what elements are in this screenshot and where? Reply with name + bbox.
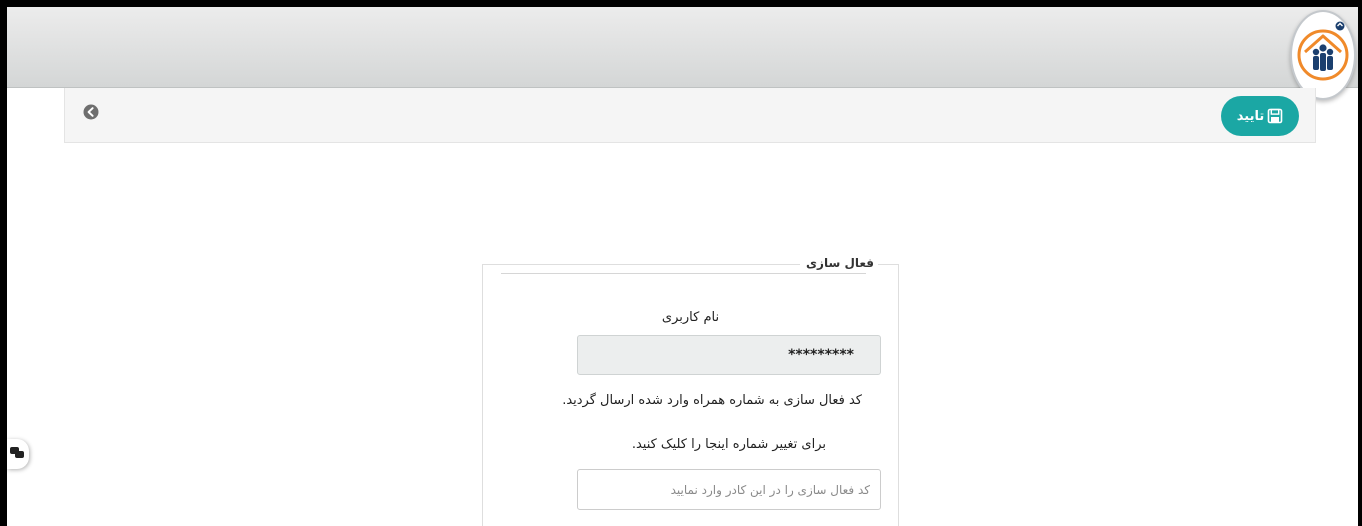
chat-bubbles-icon xyxy=(10,447,24,458)
username-label: نام کاربری xyxy=(661,310,720,325)
app-logo[interactable] xyxy=(1290,10,1356,100)
confirm-button-label: تایید xyxy=(1236,108,1265,124)
side-chat-widget[interactable] xyxy=(7,439,29,469)
change-number-link[interactable]: برای تغییر شماره اینجا را کلیک کنید. xyxy=(632,437,826,452)
activation-fieldset: فعال سازی نام کاربری کد فعال سازی به شما… xyxy=(482,253,899,526)
fieldset-legend: فعال سازی xyxy=(800,253,878,273)
top-header xyxy=(7,7,1358,100)
activation-info-text: کد فعال سازی به شماره همراه وارد شده ارس… xyxy=(562,393,862,408)
confirm-button[interactable]: تایید xyxy=(1221,96,1299,136)
family-home-logo-icon xyxy=(1297,21,1349,81)
floppy-disk-icon xyxy=(1267,108,1283,124)
action-toolbar: تایید xyxy=(64,88,1316,143)
circle-arrow-left-icon[interactable] xyxy=(83,104,99,120)
username-field xyxy=(577,335,881,375)
legend-divider xyxy=(501,273,866,274)
app-window: تایید فعال سازی نام کاربری کد فعال سازی … xyxy=(0,0,1362,526)
activation-code-input[interactable] xyxy=(577,469,881,510)
